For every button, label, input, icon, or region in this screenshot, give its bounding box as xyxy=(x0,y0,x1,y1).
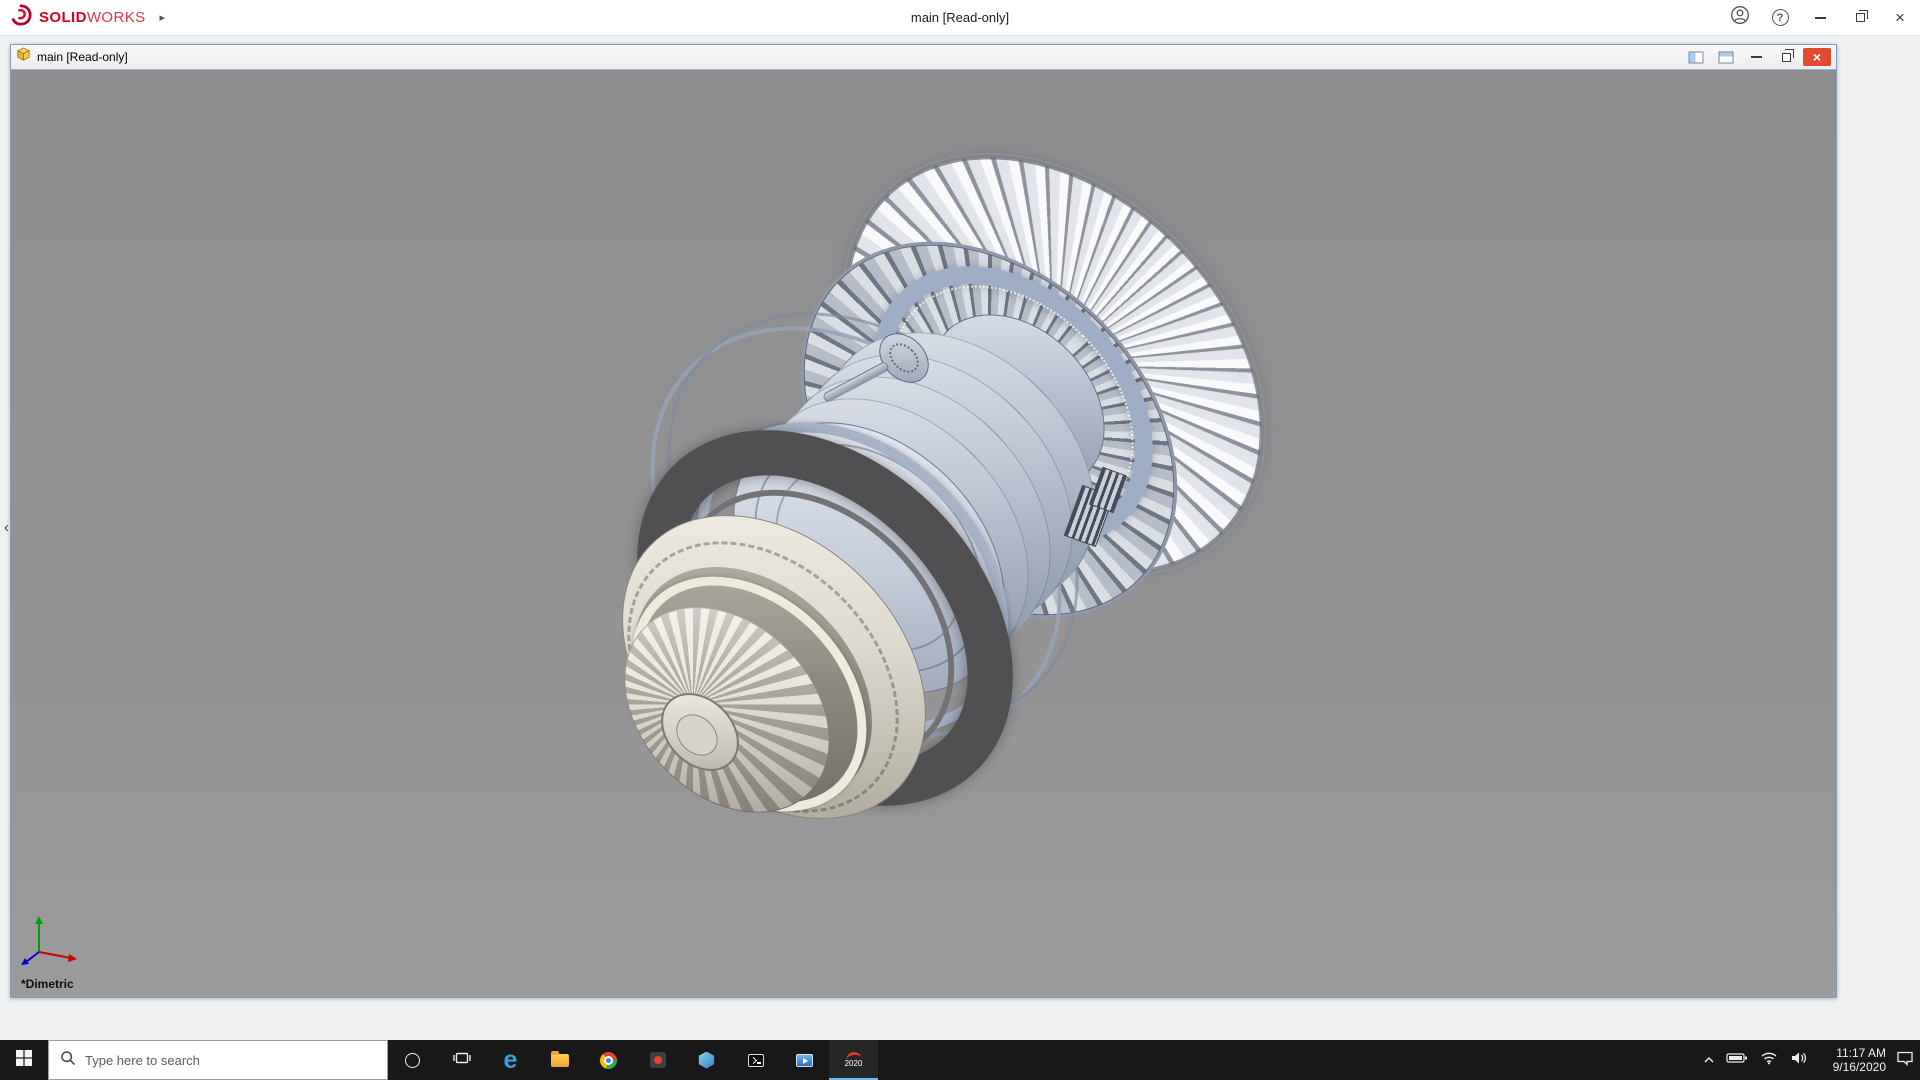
clock-time: 11:17 AM xyxy=(1836,1046,1886,1060)
doc-close-button[interactable]: × xyxy=(1803,48,1831,66)
battery-icon xyxy=(1726,1051,1748,1069)
file-explorer-button[interactable] xyxy=(535,1040,584,1080)
chrome-icon xyxy=(600,1052,617,1069)
app-close-button[interactable]: × xyxy=(1880,0,1920,35)
task-view-icon xyxy=(453,1050,471,1071)
tray-expand-button[interactable] xyxy=(1698,1040,1720,1080)
command-prompt-icon xyxy=(748,1054,764,1067)
task-view-button[interactable] xyxy=(437,1040,486,1080)
minimize-icon xyxy=(1815,17,1826,19)
document-window: main [Read-only] × xyxy=(10,44,1837,998)
volume-status[interactable] xyxy=(1784,1040,1814,1080)
menu-expand-arrow-icon[interactable]: ▸ xyxy=(160,11,166,24)
search-input[interactable] xyxy=(85,1053,376,1068)
edge-button[interactable]: e xyxy=(486,1040,535,1080)
chevron-up-icon xyxy=(1704,1051,1714,1069)
cortana-button[interactable] xyxy=(388,1040,437,1080)
solidworks-version-badge: 2020 xyxy=(845,1060,863,1068)
solidworks-icon: 2020 xyxy=(845,1052,863,1068)
close-icon: × xyxy=(1813,49,1821,65)
assembly-icon xyxy=(16,47,31,67)
media-player-icon xyxy=(796,1054,813,1067)
account-icon xyxy=(1730,5,1750,30)
media-player-button[interactable] xyxy=(780,1040,829,1080)
brand-bold: SOLID xyxy=(39,9,87,26)
app-restore-button[interactable] xyxy=(1840,0,1880,35)
doc-tool-button-2[interactable] xyxy=(1713,48,1739,66)
minimize-icon xyxy=(1751,56,1762,58)
taskbar: e 2020 xyxy=(0,1040,1920,1080)
dassault-3ds-icon xyxy=(10,4,32,31)
help-icon: ? xyxy=(1772,9,1789,26)
app-window-controls: ? × xyxy=(1720,0,1920,35)
collapsed-panel-arrow[interactable]: ‹ xyxy=(4,520,9,535)
document-title: main [Read-only] xyxy=(37,50,128,64)
file-explorer-icon xyxy=(551,1054,569,1067)
network-status[interactable] xyxy=(1754,1040,1784,1080)
brand-light: WORKS xyxy=(87,9,146,26)
restore-icon xyxy=(1856,13,1865,22)
edge-icon: e xyxy=(504,1048,518,1073)
command-prompt-button[interactable] xyxy=(731,1040,780,1080)
document-titlebar[interactable]: main [Read-only] × xyxy=(11,45,1836,69)
taskbar-search[interactable] xyxy=(48,1040,388,1080)
action-center-icon xyxy=(1896,1050,1914,1071)
action-center-button[interactable] xyxy=(1890,1040,1920,1080)
chrome-button[interactable] xyxy=(584,1040,633,1080)
graphics-area[interactable]: *Dimetric xyxy=(11,69,1836,997)
doc-tool-button-1[interactable] xyxy=(1683,48,1709,66)
start-button[interactable] xyxy=(0,1040,48,1080)
help-button[interactable]: ? xyxy=(1760,0,1800,35)
chrome-icon-core xyxy=(606,1058,611,1063)
account-button[interactable] xyxy=(1720,0,1760,35)
solidworks-taskbar-button[interactable]: 2020 xyxy=(829,1040,878,1080)
cortana-icon xyxy=(405,1053,420,1068)
windows-logo-icon xyxy=(16,1050,32,1071)
solidworks-logo: SOLIDWORKS xyxy=(0,4,146,31)
app-minimize-button[interactable] xyxy=(1800,0,1840,35)
restore-icon xyxy=(1782,53,1791,62)
cube-app-button[interactable] xyxy=(682,1040,731,1080)
speaker-icon xyxy=(1790,1051,1808,1070)
doc-restore-button[interactable] xyxy=(1773,48,1799,66)
wifi-icon xyxy=(1760,1051,1778,1070)
app-titlebar[interactable]: SOLIDWORKS ▸ main [Read-only] ? × xyxy=(0,0,1920,36)
search-icon xyxy=(60,1050,76,1071)
clock-date: 9/16/2020 xyxy=(1833,1060,1886,1074)
taskbar-clock[interactable]: 11:17 AM 9/16/2020 xyxy=(1814,1046,1890,1074)
document-window-controls: × xyxy=(1683,48,1831,66)
view-orientation-label: *Dimetric xyxy=(21,977,74,991)
brand-text: SOLIDWORKS xyxy=(39,9,146,26)
doc-minimize-button[interactable] xyxy=(1743,48,1769,66)
battery-status[interactable] xyxy=(1720,1040,1754,1080)
recorder-app-button[interactable] xyxy=(633,1040,682,1080)
system-tray: 11:17 AM 9/16/2020 xyxy=(1698,1040,1920,1080)
recorder-app-icon xyxy=(650,1052,666,1068)
app-window-title: main [Read-only] xyxy=(911,10,1009,25)
cube-app-icon xyxy=(698,1052,715,1069)
close-icon: × xyxy=(1895,9,1905,26)
orientation-triad xyxy=(19,912,83,973)
